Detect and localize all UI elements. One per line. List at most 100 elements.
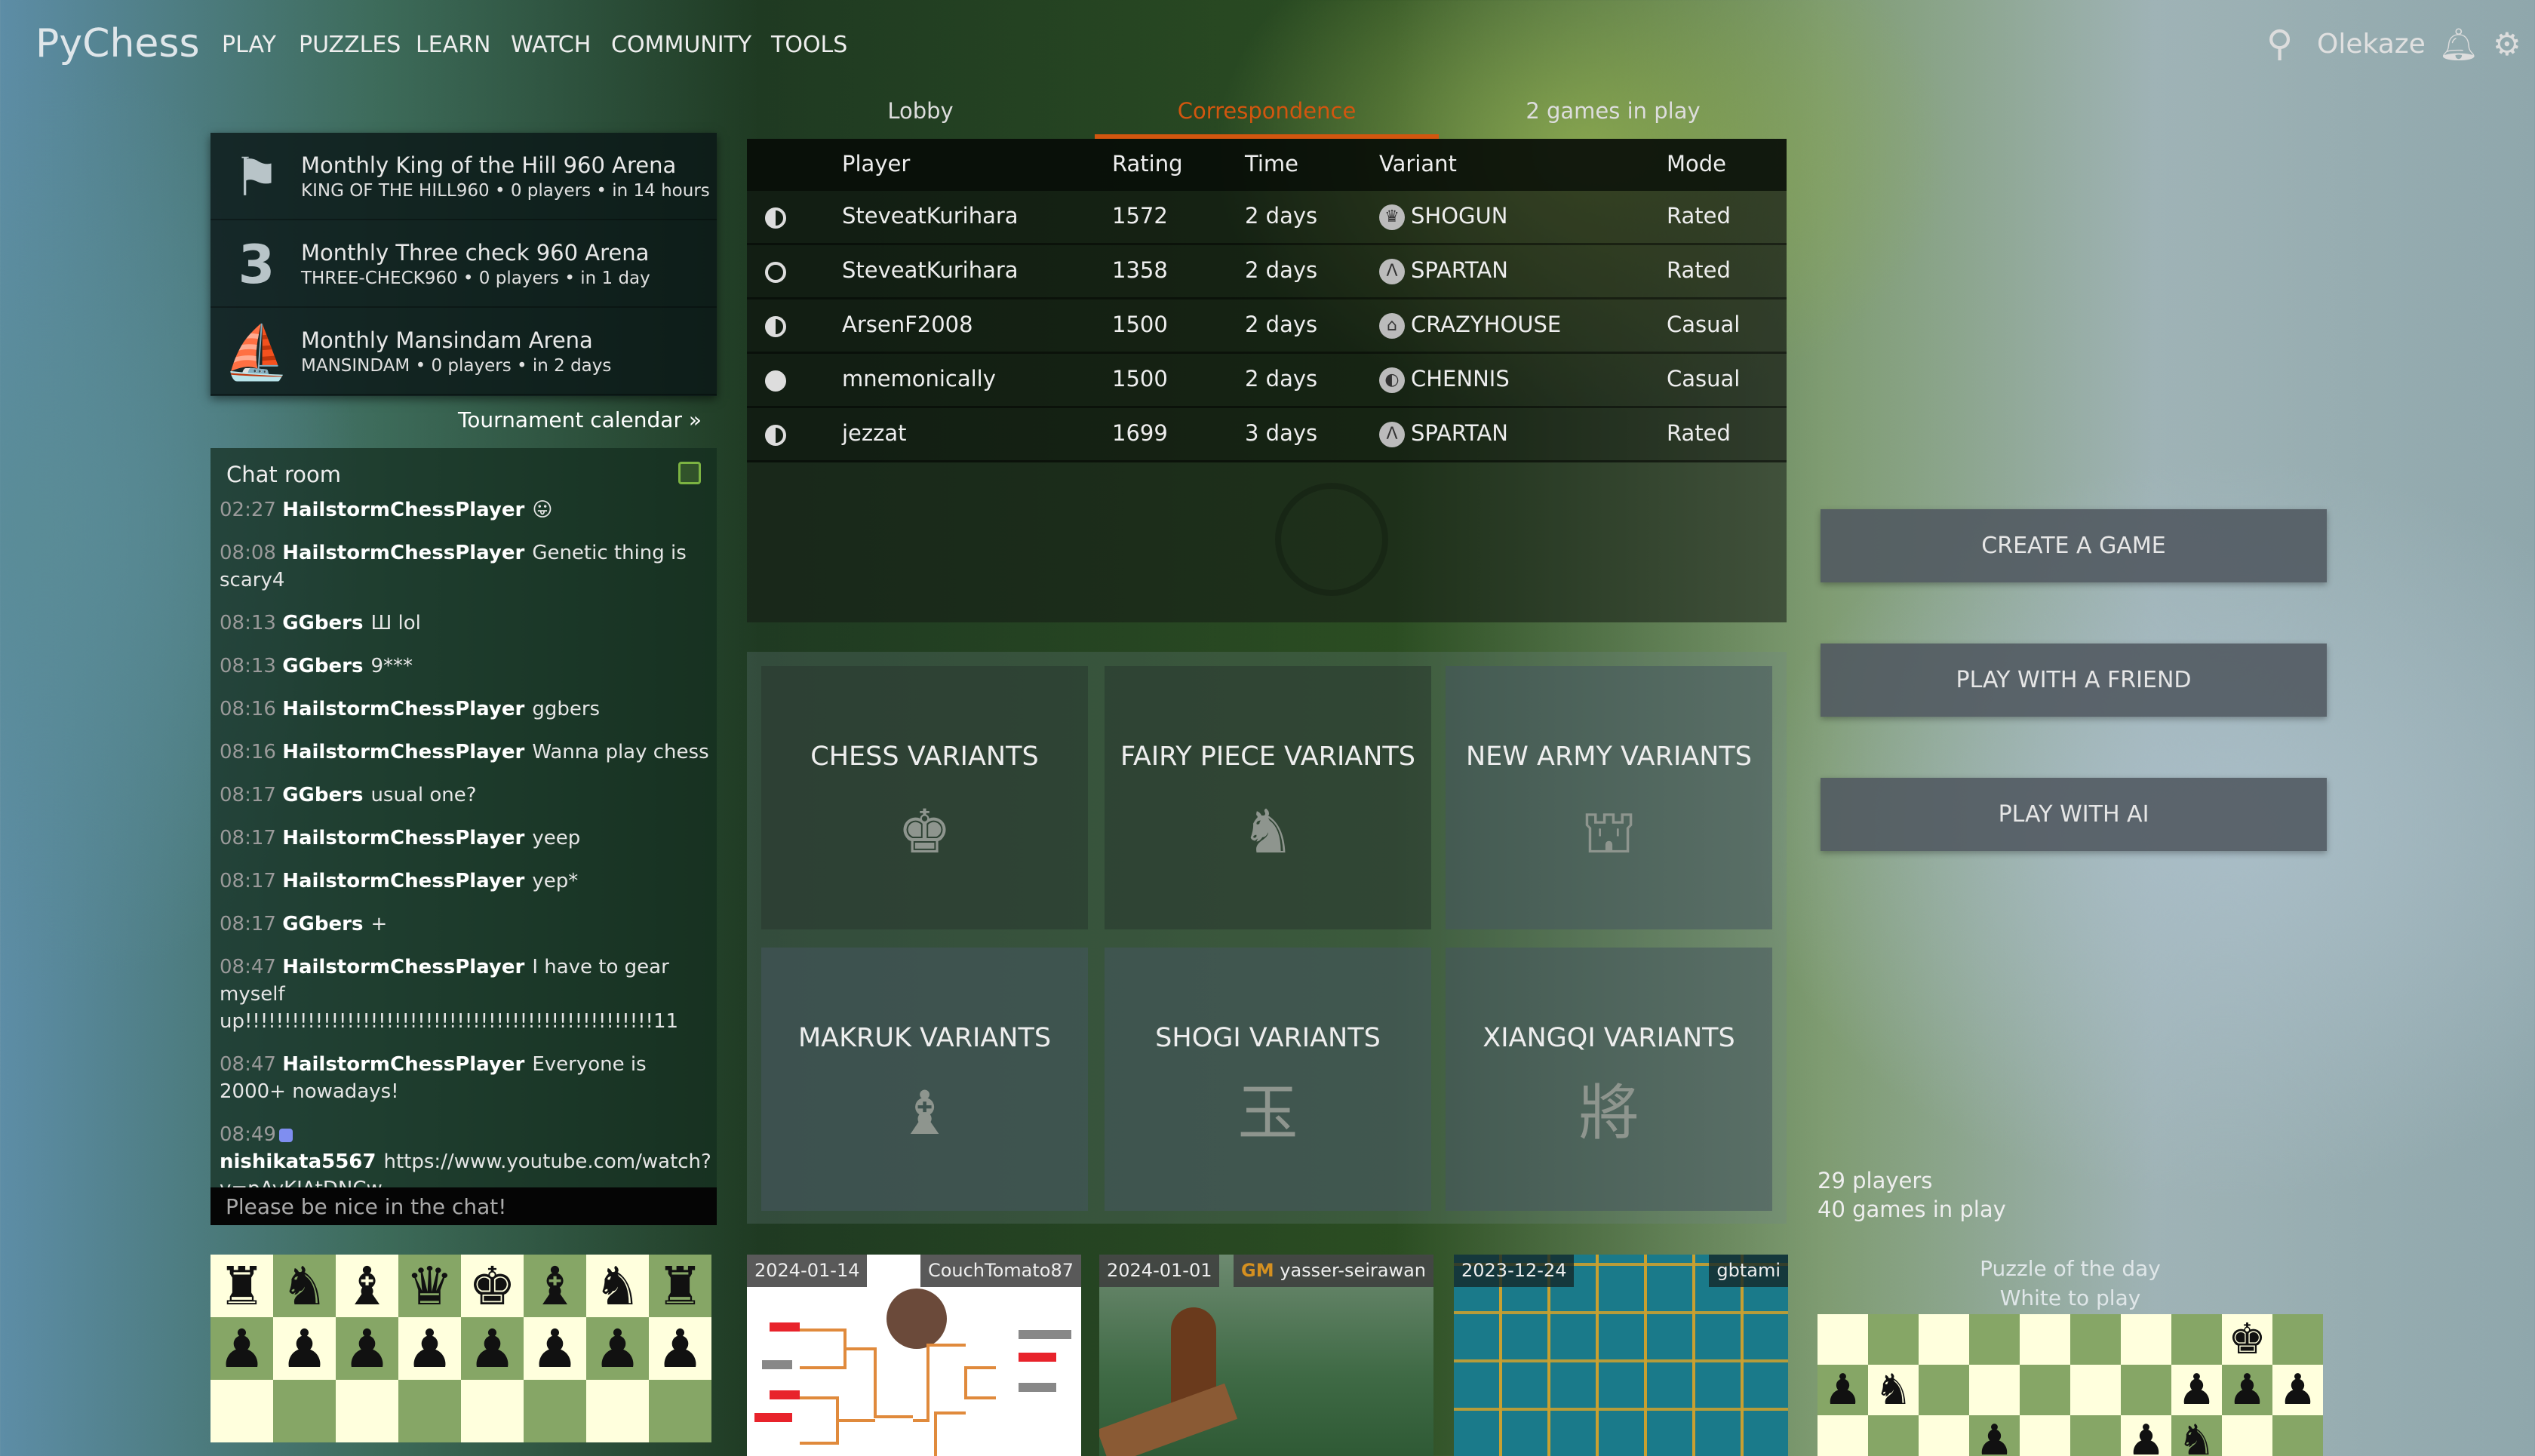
- board-square[interactable]: [2222, 1415, 2272, 1456]
- nav-play[interactable]: PLAY: [222, 32, 276, 58]
- board-square[interactable]: ♞: [586, 1255, 649, 1317]
- board-square[interactable]: ♟: [398, 1317, 461, 1380]
- board-square[interactable]: [1868, 1415, 1919, 1456]
- board-square[interactable]: ♜: [210, 1255, 273, 1317]
- variant-group-shogi-variants[interactable]: SHOGI VARIANTS 玉: [1105, 948, 1431, 1211]
- gear-icon[interactable]: ⚙: [2493, 26, 2521, 63]
- chat-user[interactable]: HailstormChessPlayer: [282, 542, 524, 564]
- chat-user[interactable]: HailstormChessPlayer: [282, 827, 524, 849]
- board-square[interactable]: [210, 1380, 273, 1442]
- board-square[interactable]: [1919, 1415, 1969, 1456]
- col-rating[interactable]: Rating: [1112, 151, 1183, 177]
- col-variant[interactable]: Variant: [1379, 151, 1457, 177]
- board-square[interactable]: ♜: [649, 1255, 711, 1317]
- board-square[interactable]: ♚: [2222, 1314, 2272, 1365]
- tab-lobby[interactable]: Lobby: [747, 98, 1094, 124]
- board-square[interactable]: ♟: [461, 1317, 524, 1380]
- board-square[interactable]: ♟: [2171, 1365, 2222, 1415]
- board-square[interactable]: ♟: [649, 1317, 711, 1380]
- board-square[interactable]: ♟: [2272, 1365, 2323, 1415]
- board-square[interactable]: [461, 1380, 524, 1442]
- chat-user[interactable]: GGbers: [282, 913, 363, 935]
- variant-group-xiangqi-variants[interactable]: XIANGQI VARIANTS 將: [1446, 948, 1772, 1211]
- variant-group-fairy-piece-variants[interactable]: FAIRY PIECE VARIANTS ♞: [1105, 666, 1431, 929]
- board-square[interactable]: [2020, 1365, 2070, 1415]
- tournament-item[interactable]: ⚑ Monthly King of the Hill 960 Arena KING …: [210, 133, 717, 220]
- nav-tools[interactable]: TOOLS: [771, 32, 847, 58]
- create-game-button[interactable]: CREATE A GAME: [1821, 509, 2327, 582]
- tournament-calendar-link[interactable]: Tournament calendar »: [458, 407, 702, 432]
- board-square[interactable]: ♟: [1818, 1365, 1868, 1415]
- board-square[interactable]: [1919, 1365, 1969, 1415]
- stream-card[interactable]: 2024-01-14 CouchTomato87: [747, 1255, 1081, 1456]
- board-square[interactable]: [2020, 1415, 2070, 1456]
- chat-toggle-checkbox[interactable]: [678, 462, 701, 484]
- seek-player[interactable]: mnemonically: [842, 366, 996, 392]
- nav-learn[interactable]: LEARN: [416, 32, 490, 58]
- chat-user[interactable]: HailstormChessPlayer: [282, 499, 524, 521]
- board-square[interactable]: [2070, 1314, 2121, 1365]
- chat-user[interactable]: HailstormChessPlayer: [282, 1053, 524, 1076]
- board-square[interactable]: [2272, 1415, 2323, 1456]
- games-count[interactable]: 40 games in play: [1818, 1196, 2006, 1222]
- seek-row[interactable]: ArsenF2008 1500 2 days ⌂ CRAZYHOUSE Casual: [747, 299, 1787, 354]
- stream-author[interactable]: gbtami: [1709, 1255, 1788, 1287]
- board-square[interactable]: [398, 1380, 461, 1442]
- board-square[interactable]: ♟: [1969, 1415, 2020, 1456]
- board-square[interactable]: [2070, 1365, 2121, 1415]
- board-square[interactable]: [336, 1380, 398, 1442]
- board-square[interactable]: ♟: [586, 1317, 649, 1380]
- stream-card[interactable]: 2023-12-24 gbtami: [1454, 1255, 1788, 1456]
- search-icon[interactable]: ⚲: [2266, 23, 2293, 65]
- board-square[interactable]: [1868, 1314, 1919, 1365]
- board-square[interactable]: ♟: [336, 1317, 398, 1380]
- board-square[interactable]: ♞: [2171, 1415, 2222, 1456]
- tv-game-board[interactable]: ♜ ♞ ♝ ♛ ♚ ♝ ♞ ♜ ♟ ♟ ♟ ♟ ♟ ♟ ♟ ♟: [210, 1255, 711, 1442]
- tab-correspondence[interactable]: Correspondence: [1093, 98, 1440, 124]
- board-square[interactable]: [2272, 1314, 2323, 1365]
- seek-player[interactable]: SteveatKurihara: [842, 203, 1019, 229]
- play-with-friend-button[interactable]: PLAY WITH A FRIEND: [1821, 644, 2327, 717]
- seek-player[interactable]: ArsenF2008: [842, 312, 973, 337]
- board-square[interactable]: ♛: [398, 1255, 461, 1317]
- board-square[interactable]: ♟: [524, 1317, 586, 1380]
- tournament-item[interactable]: 3 Monthly Three check 960 Arena THREE-CHEC…: [210, 220, 717, 308]
- board-square[interactable]: [524, 1380, 586, 1442]
- nav-community[interactable]: COMMUNITY: [611, 32, 751, 58]
- tab-games-in-play[interactable]: 2 games in play: [1440, 98, 1787, 124]
- board-square[interactable]: [1919, 1314, 1969, 1365]
- col-player[interactable]: Player: [842, 151, 910, 177]
- chat-user[interactable]: GGbers: [282, 784, 363, 806]
- seek-row[interactable]: mnemonically 1500 2 days ◐ CHENNIS Casual: [747, 354, 1787, 408]
- col-time[interactable]: Time: [1245, 151, 1298, 177]
- bell-icon[interactable]: 🔔︎: [2438, 26, 2478, 63]
- stream-author-label[interactable]: GM yasser-seirawan: [1234, 1255, 1433, 1287]
- board-square[interactable]: ♝: [336, 1255, 398, 1317]
- board-square[interactable]: [586, 1380, 649, 1442]
- players-count[interactable]: 29 players: [1818, 1168, 1932, 1193]
- chat-user[interactable]: nishikata5567: [220, 1150, 376, 1173]
- stream-card[interactable]: 2024-01-01 GM yasser-seirawan: [1099, 1255, 1433, 1456]
- variant-group-makruk-variants[interactable]: MAKRUK VARIANTS ♝: [761, 948, 1088, 1211]
- seek-player[interactable]: SteveatKurihara: [842, 257, 1019, 283]
- chat-user[interactable]: HailstormChessPlayer: [282, 956, 524, 978]
- board-square[interactable]: ♟: [2121, 1415, 2171, 1456]
- chat-input[interactable]: [210, 1187, 717, 1225]
- username-link[interactable]: Olekaze: [2317, 29, 2426, 60]
- board-square[interactable]: ♚: [461, 1255, 524, 1317]
- nav-watch[interactable]: WATCH: [511, 32, 591, 58]
- variant-group-new-army-variants[interactable]: NEW ARMY VARIANTS ⛫: [1446, 666, 1772, 929]
- board-square[interactable]: [2070, 1415, 2121, 1456]
- board-square[interactable]: [273, 1380, 336, 1442]
- seek-row[interactable]: SteveatKurihara 1358 2 days Λ SPARTAN Rated: [747, 245, 1787, 299]
- board-square[interactable]: ♞: [273, 1255, 336, 1317]
- variant-group-chess-variants[interactable]: CHESS VARIANTS ♚: [761, 666, 1088, 929]
- board-square[interactable]: [2121, 1314, 2171, 1365]
- board-square[interactable]: [2171, 1314, 2222, 1365]
- chat-user[interactable]: HailstormChessPlayer: [282, 870, 524, 892]
- puzzle-board[interactable]: ♚ ♟ ♞ ♟ ♟ ♟ ♟ ♟ ♞: [1818, 1314, 2323, 1456]
- seek-row[interactable]: SteveatKurihara 1572 2 days ♛ SHOGUN Rated: [747, 191, 1787, 245]
- chat-user[interactable]: HailstormChessPlayer: [282, 698, 524, 720]
- stream-author[interactable]: CouchTomato87: [920, 1255, 1081, 1287]
- col-mode[interactable]: Mode: [1667, 151, 1726, 177]
